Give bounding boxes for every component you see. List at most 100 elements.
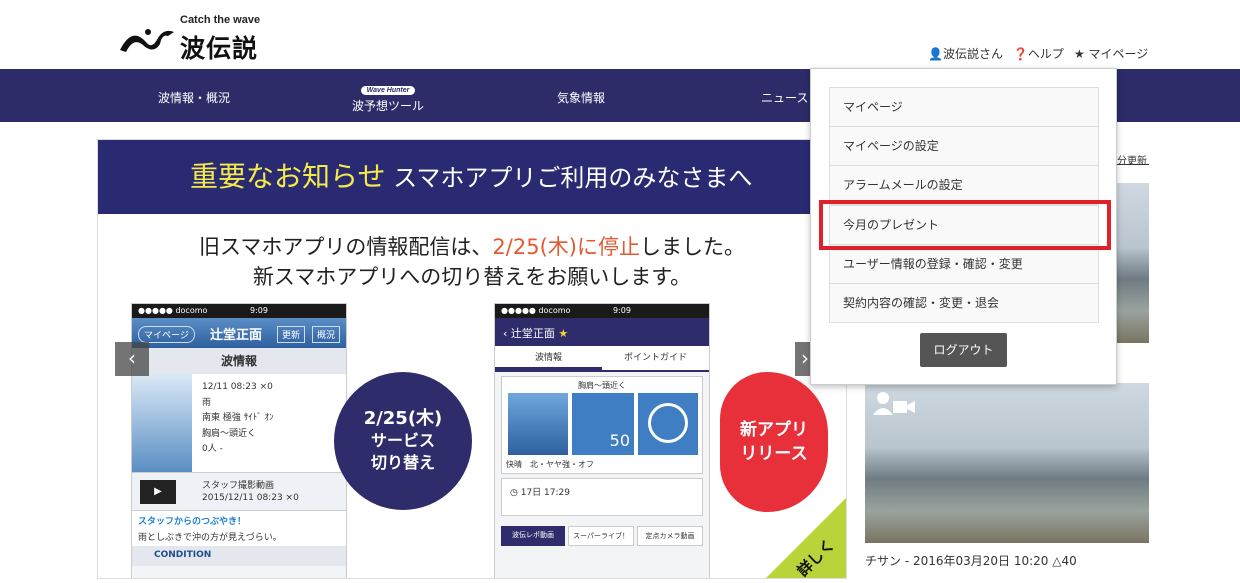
- wave-row: 南東 極強 ｻｲﾄﾞ ｵﾝ: [202, 413, 274, 423]
- nav-item-label: 波情報・概況: [158, 91, 231, 105]
- video-title: スタッフ撮影動画: [202, 481, 275, 491]
- clock-icon: ◷: [510, 488, 518, 498]
- camera-photo-1[interactable]: [1117, 183, 1149, 343]
- camera-photo-2[interactable]: [865, 383, 1149, 543]
- person-icon: 👤: [928, 47, 943, 61]
- banner-line1-pre: 旧スマホアプリの情報配信は、: [199, 235, 493, 259]
- nav-item-label: ニュース: [761, 91, 809, 105]
- camera-video-btn: 定点カメラ動画: [637, 526, 703, 546]
- tweet-title: スタッフからのつぶやき！: [138, 517, 247, 527]
- gauge-value: 50: [572, 393, 634, 455]
- old-mypage-btn: マイページ: [138, 326, 195, 343]
- menu-item-user-info[interactable]: ユーザー情報の登録・確認・変更: [829, 244, 1099, 284]
- video-time: 2015/12/11 08:23 ×0: [202, 493, 299, 503]
- chevron-left-icon: ‹: [128, 346, 136, 370]
- banner-line1: 旧スマホアプリの情報配信は、2/25(木)に停止しました。: [98, 231, 846, 261]
- circle-text: 切り替え: [370, 453, 435, 472]
- notice-banner[interactable]: 重要なお知らせ スマホアプリご利用のみなさまへ 旧スマホアプリの情報配信は、2/…: [97, 139, 847, 579]
- old-video-row: ▶ スタッフ撮影動画 2015/12/11 08:23 ×0: [132, 472, 346, 510]
- new-wave-card: 胸肩〜頭近く 50 快晴 北・ヤヤ強・オフ: [501, 376, 703, 474]
- menu-item-alarm-mail[interactable]: アラームメールの設定: [829, 165, 1099, 205]
- clock: 9:09: [612, 306, 631, 315]
- carrier: ●●●●● docomo: [501, 306, 571, 315]
- wave-hunter-badge: Wave Hunter: [360, 86, 416, 95]
- star-icon: ★: [558, 327, 569, 340]
- tweet-text: 雨としぶきで沖の方が見えづらい。: [138, 533, 282, 543]
- menu-item-contract[interactable]: 契約内容の確認・変更・退会: [829, 283, 1099, 323]
- banner-heading: 重要なお知らせ スマホアプリご利用のみなさまへ: [98, 140, 846, 214]
- update-link-underline: [1117, 164, 1149, 165]
- mypage-link[interactable]: ★ マイページ: [1074, 45, 1148, 62]
- mypage-link-label: マイページ: [1088, 47, 1149, 61]
- logo-text: 波伝説: [180, 34, 259, 63]
- nav-item-wave-forecast[interactable]: Wave Hunter 波予想ツール: [352, 81, 424, 114]
- new-time-row: ◷ 17日 17:29: [501, 478, 703, 516]
- old-wave-details: 12/11 08:23 ×0 雨 南東 極強 ｻｲﾄﾞ ｵﾝ 胸肩〜頭近く 0人…: [202, 380, 274, 458]
- chevron-right-icon: ›: [801, 346, 809, 370]
- top-links: 👤波伝説さん ❓ヘルプ ★ マイページ: [928, 45, 1148, 62]
- user-link-label: 波伝説さん: [942, 47, 1003, 61]
- tab-point-guide: ポイントガイド: [623, 353, 687, 363]
- old-app-title: 辻堂正面: [210, 328, 263, 343]
- wave-row: 12/11 08:23 ×0: [202, 382, 273, 392]
- phone-status-bar: ●●●●● docomo 9:09: [132, 304, 346, 318]
- new-app-release-circle: 新アプリ リリース: [720, 372, 828, 512]
- time-row-text: 17日 17:29: [520, 488, 570, 498]
- old-tweet: スタッフからのつぶやき！ 雨としぶきで沖の方が見えづらい。: [132, 510, 346, 546]
- service-switch-circle: 2/25(木) サービス 切り替え: [334, 372, 472, 510]
- tab-wave-info: 波情報: [495, 346, 602, 370]
- help-link[interactable]: ❓ヘルプ: [1013, 45, 1064, 62]
- circle-text: 新アプリ: [740, 420, 808, 440]
- nav-item-label: 気象情報: [557, 91, 606, 105]
- old-section-title: 波情報: [132, 348, 346, 374]
- compass-icon: [638, 393, 698, 455]
- new-buttons: 波伝レポ動画 スーパーライブ！ 定点カメラ動画: [501, 526, 703, 546]
- circle-date: 2/25(木): [363, 408, 443, 429]
- site-logo[interactable]: Catch the wave 波伝説: [118, 12, 288, 63]
- super-live-btn: スーパーライブ！: [568, 526, 634, 546]
- banner-heading-rest: スマホアプリご利用のみなさまへ: [393, 164, 753, 192]
- carousel-prev-button[interactable]: ‹: [115, 342, 149, 376]
- new-app-screenshot: ●●●●● docomo 9:09 ‹ 辻堂正面 ★ 波情報 ポイントガイド 胸…: [494, 303, 710, 578]
- old-overview-btn: 概況: [312, 326, 341, 343]
- old-app-header: マイページ 辻堂正面 更新 概況: [132, 318, 346, 348]
- circle-text: サービス: [370, 431, 435, 450]
- clock: 9:09: [249, 306, 268, 315]
- new-tabs: 波情報 ポイントガイド: [495, 346, 709, 372]
- help-link-label: ヘルプ: [1027, 47, 1064, 61]
- wave-size: 胸肩〜頭近く: [578, 381, 626, 390]
- page: Catch the wave 波伝説 👤波伝説さん ❓ヘルプ ★ マイページ 波…: [0, 0, 1240, 583]
- menu-item-mypage-settings[interactable]: マイページの設定: [829, 126, 1099, 166]
- star-icon: ★: [1073, 47, 1085, 61]
- report-video-btn: 波伝レポ動画: [501, 526, 565, 546]
- question-icon: ❓: [1012, 47, 1028, 61]
- nav-item-weather[interactable]: 気象情報: [557, 89, 605, 106]
- nav-item-wave-info[interactable]: 波情報・概況: [158, 89, 230, 106]
- carrier: ●●●●● docomo: [138, 306, 208, 315]
- new-app-title: 辻堂正面: [510, 327, 555, 340]
- logout-button[interactable]: ログアウト: [920, 333, 1007, 367]
- old-wave-info: 12/11 08:23 ×0 雨 南東 極強 ｻｲﾄﾞ ｵﾝ 胸肩〜頭近く 0人…: [132, 374, 346, 472]
- wave-row: 雨: [202, 397, 212, 408]
- video-camera-icon: [873, 392, 915, 415]
- play-icon: ▶: [140, 480, 176, 504]
- new-app-header: ‹ 辻堂正面 ★: [495, 318, 709, 346]
- banner-line2: 新スマホアプリへの切り替えをお願いします。: [252, 265, 692, 289]
- wave-surfer-icon: [120, 29, 174, 52]
- nav-item-news[interactable]: ニュース: [761, 89, 808, 106]
- highlight-box: [819, 200, 1111, 250]
- nav-item-label: 波予想ツール: [352, 99, 425, 113]
- weather-text: 快晴 北・ヤヤ強・オフ: [506, 460, 594, 469]
- banner-line1-post: しました。: [639, 235, 745, 259]
- old-update-btn: 更新: [277, 326, 306, 343]
- menu-item-mypage[interactable]: マイページ: [829, 87, 1099, 127]
- old-app-screenshot: ●●●●● docomo 9:09 マイページ 辻堂正面 更新 概況 波情報 1…: [131, 303, 347, 578]
- banner-line1-red: 2/25(木)に停止: [492, 235, 640, 259]
- surfer-image: [132, 374, 192, 472]
- circle-text: リリース: [740, 444, 808, 464]
- size-icon: [508, 393, 568, 455]
- banner-heading-highlight: 重要なお知らせ: [190, 160, 386, 193]
- logo-tagline: Catch the wave: [180, 14, 261, 26]
- user-link[interactable]: 👤波伝説さん: [928, 45, 1003, 62]
- condition-header: CONDITION: [132, 546, 346, 566]
